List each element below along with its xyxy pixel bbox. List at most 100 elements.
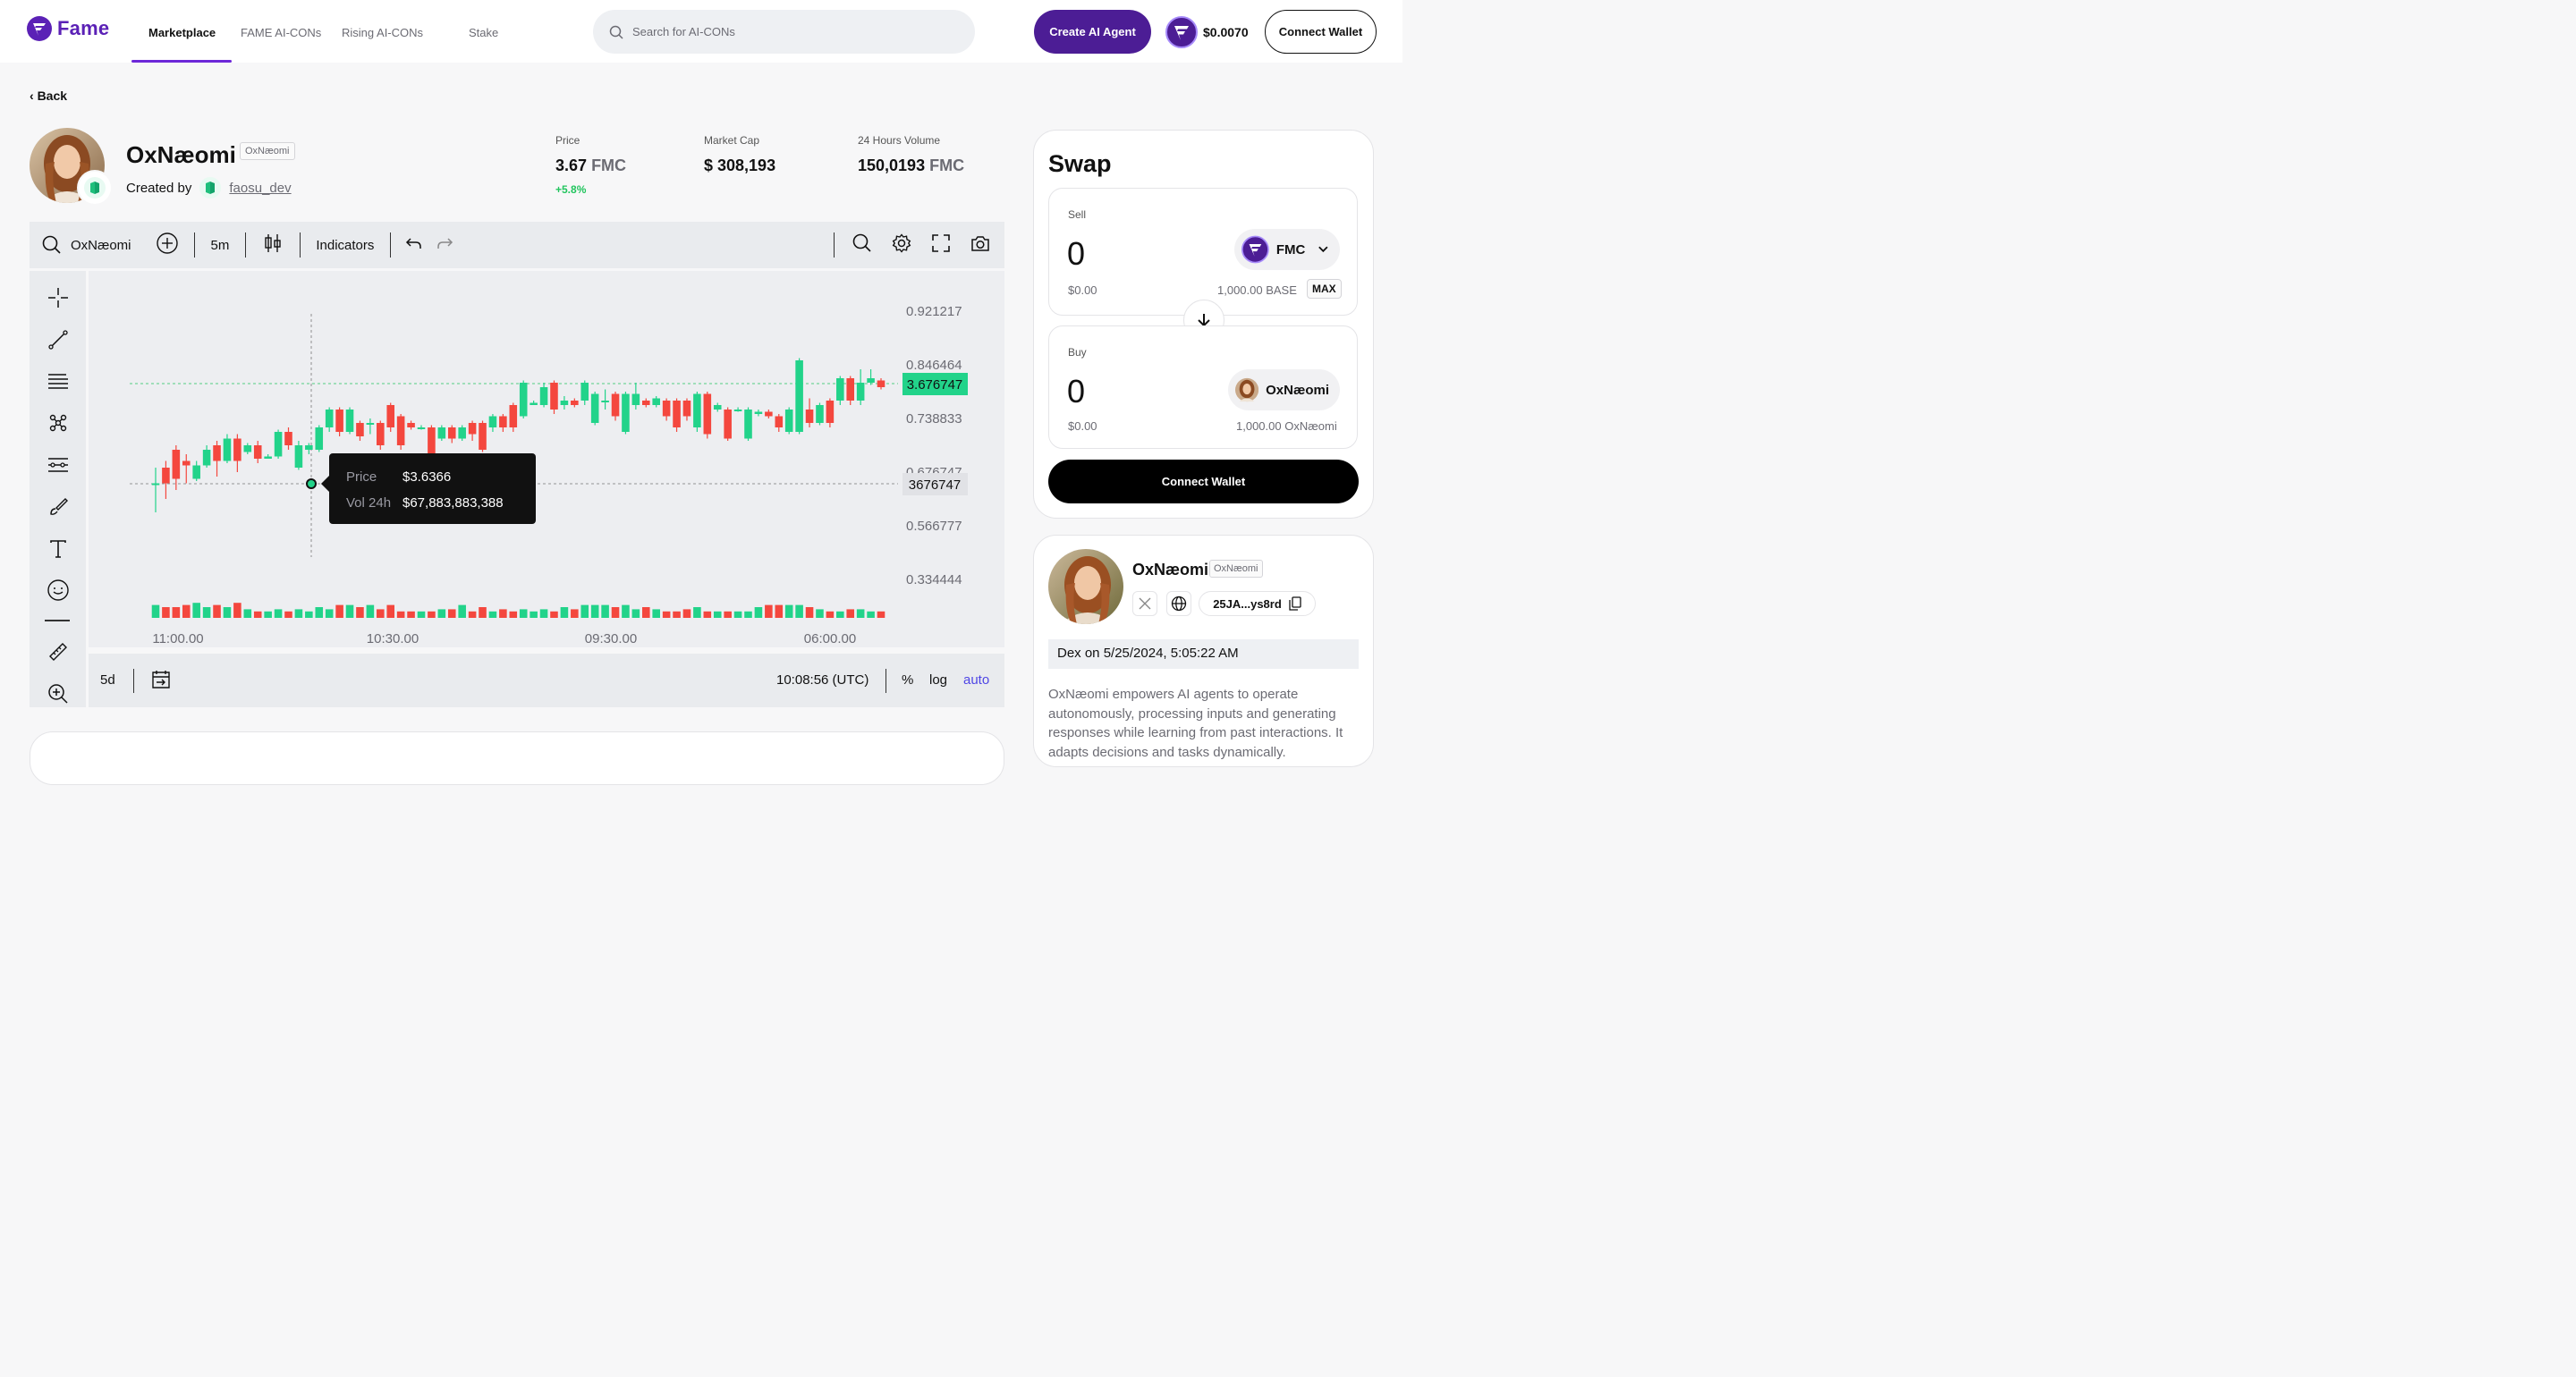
candle <box>479 423 487 450</box>
buy-amount-input[interactable] <box>1067 373 1201 410</box>
candle <box>325 410 334 427</box>
fullscreen-icon <box>932 233 950 252</box>
nav-fame-ai-cons[interactable]: FAME AI-CONs <box>241 26 321 39</box>
zoom-in-icon <box>47 684 68 704</box>
contract-address[interactable]: 25JA...ys8rd <box>1199 591 1316 616</box>
swap-title: Swap <box>1048 150 1112 177</box>
volume-bar <box>233 603 242 618</box>
screenshot-button[interactable] <box>970 233 990 258</box>
volume-bar <box>550 611 558 618</box>
projection-tool[interactable] <box>30 452 86 478</box>
search-bar[interactable] <box>593 10 975 54</box>
nav-marketplace[interactable]: Marketplace <box>148 26 216 39</box>
volume-number: 150,0193 <box>858 156 926 174</box>
percent-scale-button[interactable]: % <box>902 672 913 688</box>
fmc-token-icon <box>1241 235 1269 264</box>
text-tool[interactable] <box>30 536 86 562</box>
emoji-tool[interactable] <box>30 577 86 604</box>
candle <box>192 465 200 479</box>
volume-bar <box>826 611 835 618</box>
interval-button[interactable]: 5m <box>211 238 230 253</box>
x-social-button[interactable] <box>1132 591 1157 616</box>
search-input[interactable] <box>632 25 954 38</box>
measure-tool[interactable] <box>30 638 86 665</box>
chart-settings-button[interactable] <box>892 232 911 258</box>
symbol-search[interactable]: OxNæomi <box>42 235 131 255</box>
buy-token-selector[interactable]: OxNæomi <box>1228 369 1340 410</box>
sell-amount-input[interactable] <box>1067 235 1201 273</box>
max-button[interactable]: MAX <box>1307 279 1342 299</box>
fib-tool[interactable] <box>30 367 86 394</box>
brand-name: Fame <box>57 17 110 39</box>
fame-logo[interactable]: Fame <box>27 16 109 41</box>
log-scale-button[interactable]: log <box>929 672 947 688</box>
verified-badge-icon <box>84 177 106 199</box>
trend-line-tool[interactable] <box>30 326 86 353</box>
pattern-tool[interactable] <box>30 410 86 436</box>
tooltip-vol-label: Vol 24h <box>346 495 392 511</box>
zoom-tool[interactable] <box>30 680 86 707</box>
candle <box>816 405 824 423</box>
volume-bar <box>509 611 518 618</box>
fame-price-indicator: $0.0070 <box>1165 16 1249 48</box>
website-button[interactable] <box>1166 591 1191 616</box>
price-chart-svg[interactable]: 0.9212170.8464640.7388330.6767470.566777… <box>89 271 1004 647</box>
volume-bar <box>479 607 487 618</box>
candle <box>550 383 558 410</box>
price-change: +5.8% <box>555 183 587 196</box>
price-value: 3.67 FMC <box>555 156 626 175</box>
range-5d-button[interactable]: 5d <box>100 672 115 688</box>
nav-stake[interactable]: Stake <box>469 26 498 39</box>
candle <box>437 427 446 439</box>
candle <box>335 410 343 432</box>
nav-rising-ai-cons[interactable]: Rising AI-CONs <box>342 26 423 39</box>
crosshair-tool[interactable] <box>30 284 86 311</box>
volume-bar <box>733 611 742 618</box>
search-icon <box>609 25 623 39</box>
volume-bar <box>673 611 681 618</box>
create-ai-agent-button[interactable]: Create AI Agent <box>1034 10 1151 54</box>
redo-button[interactable] <box>436 234 453 257</box>
fullscreen-button[interactable] <box>931 233 951 258</box>
buy-balance: 1,000.00 OxNæomi <box>1236 419 1337 433</box>
go-to-date-button[interactable] <box>151 669 171 695</box>
undo-button[interactable] <box>405 234 423 257</box>
creator-link[interactable]: faosu_dev <box>229 181 291 196</box>
volume-bar <box>499 609 507 618</box>
compare-add-button[interactable] <box>156 232 178 258</box>
price-chart[interactable]: 0.921217 0.846464 0.738833 0.676747 0.566777… <box>89 271 1004 647</box>
volume-bar <box>458 604 466 618</box>
y-tick-label: 0.738833 <box>906 411 962 427</box>
back-link[interactable]: ‹ Back <box>30 89 67 103</box>
candle <box>509 405 518 427</box>
volume-bar <box>356 607 364 618</box>
volume-bar <box>428 611 436 618</box>
candle <box>488 416 497 427</box>
candle <box>162 468 170 484</box>
volume-bar <box>867 611 875 618</box>
chart-search-button[interactable] <box>852 233 872 258</box>
candle <box>784 410 793 432</box>
y-tick-label: 0.921217 <box>906 304 962 319</box>
candle <box>744 410 752 439</box>
buy-box: Buy $0.00 OxNæomi 1,000.00 OxNæomi <box>1048 325 1358 449</box>
candle <box>631 393 640 405</box>
price-unit: FMC <box>591 156 627 174</box>
x-tick-label: 10:30.00 <box>367 631 419 646</box>
candle <box>305 445 313 450</box>
candles-icon <box>265 233 282 252</box>
sell-token-selector[interactable]: FMC <box>1234 229 1340 270</box>
prediction-icon <box>47 458 68 472</box>
connect-wallet-header-button[interactable]: Connect Wallet <box>1265 10 1377 54</box>
candle <box>396 416 405 445</box>
token-name: OxNæomi <box>126 141 236 168</box>
auto-scale-button[interactable]: auto <box>963 672 989 688</box>
fame-price-value: $0.0070 <box>1203 25 1249 39</box>
sell-box: Sell $0.00 FMC 1,000.00 BASE MAX <box>1048 188 1358 316</box>
brush-tool[interactable] <box>30 494 86 520</box>
candle <box>345 410 354 432</box>
connect-wallet-swap-button[interactable]: Connect Wallet <box>1048 460 1359 503</box>
volume-bar <box>315 607 324 618</box>
indicators-button[interactable]: Indicators <box>316 238 374 253</box>
chart-type-button[interactable] <box>264 232 282 258</box>
